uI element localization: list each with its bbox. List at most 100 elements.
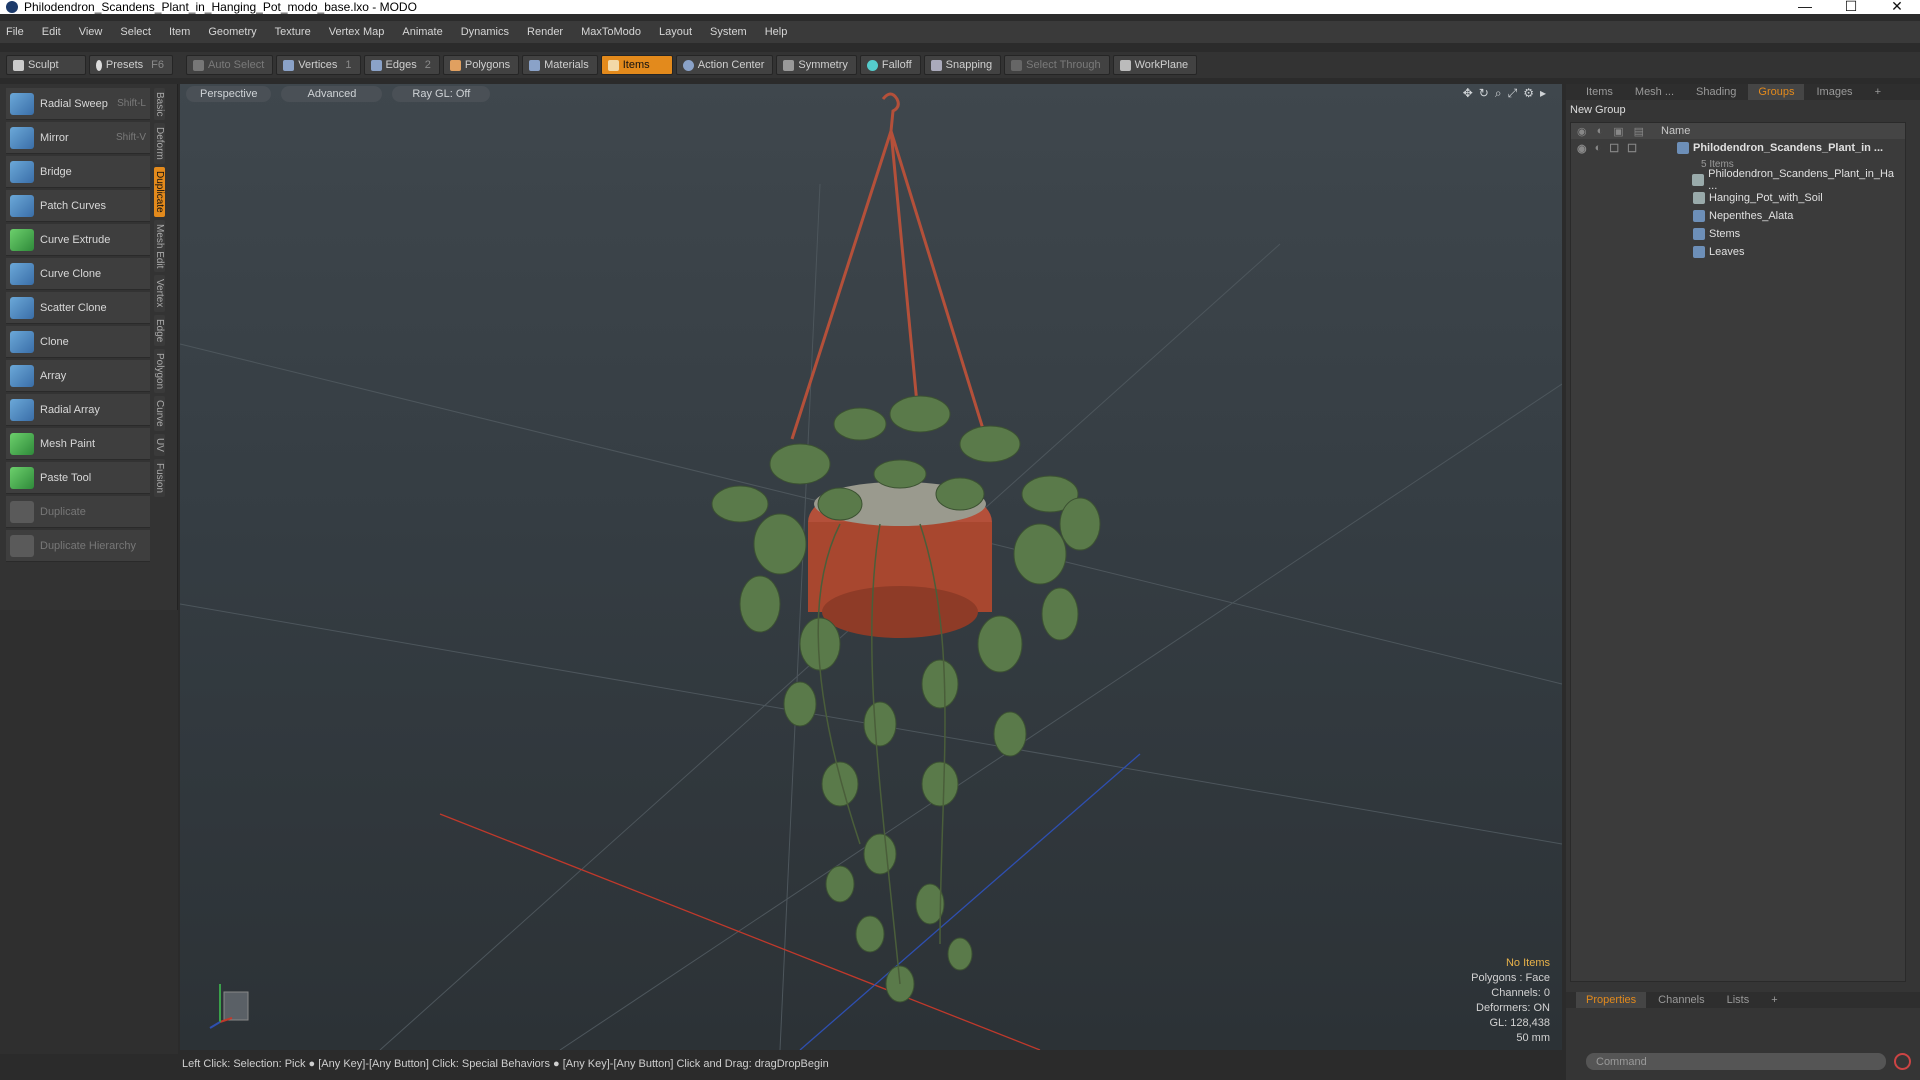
group-row[interactable]: ◉ ◐ ☐ ☐ Philodendron_Scandens_Plant_in .… [1571, 139, 1905, 157]
edges-button[interactable]: Edges 2 [363, 55, 440, 75]
tab-shading[interactable]: Shading [1686, 84, 1746, 100]
fit-icon[interactable]: ⤢ [1508, 86, 1518, 101]
tab-mesh[interactable]: Mesh ... [1625, 84, 1684, 100]
mirror-tool[interactable]: Mirror Shift-V [6, 122, 150, 154]
radial-array-icon [10, 398, 34, 421]
gl-info: GL: 128,438 [1489, 1017, 1550, 1029]
menu-texture[interactable]: Texture [275, 26, 311, 38]
tree-item[interactable]: Leaves [1571, 243, 1905, 261]
shading-mode-dropdown[interactable]: Advanced [281, 86, 383, 102]
polygons-button[interactable]: Polygons [442, 55, 520, 75]
tab-images[interactable]: Images [1806, 84, 1862, 100]
paste-tool[interactable]: Paste Tool [6, 462, 150, 494]
action-center-button[interactable]: Action Center [675, 55, 774, 75]
mesh-paint-tool[interactable]: Mesh Paint [6, 428, 150, 460]
menu-vertex-map[interactable]: Vertex Map [329, 26, 385, 38]
tree-item[interactable]: Stems [1571, 225, 1905, 243]
bridge-tool[interactable]: Bridge [6, 156, 150, 188]
add-tab-button[interactable]: + [1865, 84, 1891, 100]
tab-duplicate[interactable]: Duplicate [154, 167, 165, 217]
tab-channels[interactable]: Channels [1648, 992, 1714, 1008]
tab-vertex[interactable]: Vertex [154, 275, 165, 312]
duplicate-tool-list: Radial Sweep Shift-L Mirror Shift-V Bridge… [6, 88, 150, 564]
pan-icon[interactable]: ✥ [1463, 86, 1473, 101]
menu-item[interactable]: Item [169, 26, 190, 38]
tab-groups[interactable]: Groups [1748, 84, 1805, 100]
menu-geometry[interactable]: Geometry [208, 26, 256, 38]
select-icon[interactable]: ☐ [1627, 142, 1637, 155]
name-column-header[interactable]: Name [1661, 125, 1690, 137]
sculpt-button[interactable]: Sculpt [6, 55, 86, 75]
vertices-button[interactable]: Vertices 1 [276, 55, 361, 75]
menu-view[interactable]: View [79, 26, 103, 38]
menu-maxtomodo[interactable]: MaxToModo [581, 26, 641, 38]
menu-edit[interactable]: Edit [42, 26, 61, 38]
menu-dynamics[interactable]: Dynamics [461, 26, 509, 38]
tree-item[interactable]: Philodendron_Scandens_Plant_in_Ha ... [1571, 168, 1905, 192]
curve-extrude-tool[interactable]: Curve Extrude [6, 224, 150, 256]
close-icon[interactable]: ✕ [1874, 0, 1920, 15]
rotate-icon[interactable]: ↻ [1479, 86, 1489, 101]
tab-mesh-edit[interactable]: Mesh Edit [154, 219, 165, 273]
menu-file[interactable]: File [6, 26, 24, 38]
scene-render [180, 92, 1562, 1050]
tab-curve[interactable]: Curve [154, 396, 165, 431]
new-group-button[interactable]: New Group [1570, 104, 1650, 118]
command-input[interactable]: Command [1586, 1053, 1886, 1070]
maximize-icon[interactable]: ☐ [1828, 0, 1874, 15]
workplane-button[interactable]: WorkPlane [1112, 55, 1198, 75]
modo-logo-icon [6, 1, 18, 13]
items-button[interactable]: Items [600, 55, 673, 75]
tab-properties[interactable]: Properties [1576, 992, 1647, 1008]
tab-basic[interactable]: Basic [154, 88, 165, 121]
tab-edge[interactable]: Edge [154, 314, 165, 347]
gear-icon[interactable]: ⚙ [1523, 86, 1534, 101]
patch-curves-tool[interactable]: Patch Curves [6, 190, 150, 222]
clone-icon [10, 330, 34, 353]
radial-array-tool[interactable]: Radial Array [6, 394, 150, 426]
clone-tool[interactable]: Clone [6, 326, 150, 358]
menu-select[interactable]: Select [120, 26, 151, 38]
menu-system[interactable]: System [710, 26, 747, 38]
tab-lists[interactable]: Lists [1717, 992, 1760, 1008]
duplicate-tool[interactable]: Duplicate [6, 496, 150, 528]
radial-sweep-tool[interactable]: Radial Sweep Shift-L [6, 88, 150, 120]
duplicate-hierarchy-tool[interactable]: Duplicate Hierarchy [6, 530, 150, 562]
tab-uv[interactable]: UV [154, 433, 165, 456]
3d-viewport[interactable]: Perspective Advanced Ray GL: Off ✥ ↻ ⌕ ⤢… [180, 84, 1562, 1050]
minimize-icon[interactable]: — [1782, 0, 1828, 15]
group-icon [1693, 228, 1705, 240]
select-through-button[interactable]: Select Through [1004, 55, 1110, 75]
tab-deform[interactable]: Deform [154, 123, 165, 165]
menu-animate[interactable]: Animate [402, 26, 442, 38]
menu-help[interactable]: Help [765, 26, 788, 38]
select-through-icon [1011, 59, 1023, 71]
render-icon[interactable]: ◐ [1595, 142, 1602, 155]
eye-icon[interactable]: ◉ [1577, 142, 1587, 155]
curve-clone-tool[interactable]: Curve Clone [6, 258, 150, 290]
presets-button[interactable]: Presets F6 [89, 55, 173, 75]
tree-item[interactable]: Nepenthes_Alata [1571, 207, 1905, 225]
auto-select-button[interactable]: Auto Select [186, 55, 274, 75]
title-bar: Philodendron_Scandens_Plant_in_Hanging_P… [0, 0, 1920, 14]
array-tool[interactable]: Array [6, 360, 150, 392]
bridge-icon [10, 160, 34, 183]
snapping-button[interactable]: Snapping [923, 55, 1002, 75]
add-tab-button[interactable]: + [1761, 992, 1787, 1008]
falloff-button[interactable]: Falloff [859, 55, 921, 75]
zoom-icon[interactable]: ⌕ [1495, 86, 1502, 101]
lock-icon[interactable]: ☐ [1609, 142, 1619, 155]
raygl-toggle[interactable]: Ray GL: Off [392, 86, 491, 102]
menu-render[interactable]: Render [527, 26, 563, 38]
scatter-clone-tool[interactable]: Scatter Clone [6, 292, 150, 324]
expand-icon[interactable]: ▸ [1540, 86, 1546, 101]
menu-layout[interactable]: Layout [659, 26, 692, 38]
command-history-icon[interactable] [1894, 1053, 1911, 1070]
tab-polygon[interactable]: Polygon [154, 349, 165, 394]
materials-button[interactable]: Materials [522, 55, 598, 75]
hanging-hook [790, 92, 985, 440]
symmetry-button[interactable]: Symmetry [776, 55, 857, 75]
tab-fusion[interactable]: Fusion [154, 458, 165, 497]
tab-items[interactable]: Items [1576, 84, 1623, 100]
view-type-dropdown[interactable]: Perspective [186, 86, 272, 102]
